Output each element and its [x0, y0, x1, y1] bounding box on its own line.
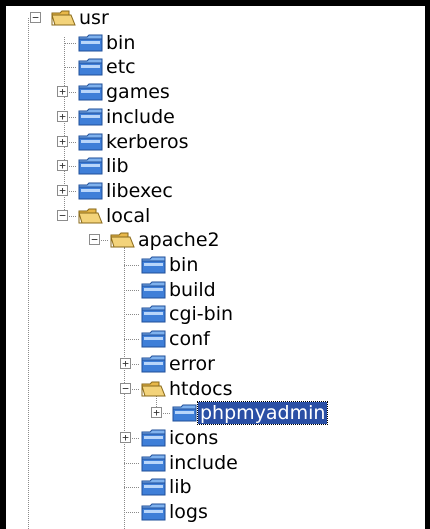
tree-node-label: games: [106, 81, 170, 104]
folder-closed-icon: [141, 454, 167, 472]
folder-closed-icon: [78, 133, 104, 151]
tree-node-label: build: [169, 278, 216, 301]
tree-node-label: include: [106, 105, 175, 128]
folder-closed-icon: [78, 83, 104, 101]
folder-open-icon: [51, 9, 77, 27]
expand-toggle[interactable]: +: [151, 407, 162, 419]
folder-closed-icon: [78, 108, 104, 126]
tree-connector: [124, 512, 139, 513]
tree-node-label: logs: [169, 501, 208, 523]
tree-node-label: include: [169, 451, 238, 474]
tree-node-label: cgi-bin: [169, 303, 234, 326]
tree-connector: [64, 67, 76, 69]
folder-closed-icon: [141, 355, 167, 373]
tree-node-label: phpmyadmin: [196, 401, 329, 426]
tree-node-label: libexec: [106, 179, 173, 202]
tree-node-label: error: [169, 352, 215, 375]
expand-toggle[interactable]: +: [57, 86, 68, 98]
collapse-toggle[interactable]: −: [57, 209, 68, 221]
folder-closed-icon: [78, 182, 104, 200]
folder-closed-icon: [78, 34, 104, 52]
folder-open-icon: [78, 207, 104, 225]
tree-connector: [124, 265, 139, 266]
tree-connector: [124, 314, 139, 316]
expand-toggle[interactable]: +: [120, 431, 131, 443]
folder-closed-icon: [141, 503, 167, 521]
directory-tree: − usr bin etc + games + include + kerberos + lib + li…: [0, 0, 430, 529]
collapse-toggle[interactable]: −: [89, 234, 100, 246]
expand-toggle[interactable]: +: [120, 357, 131, 369]
folder-closed-icon: [141, 330, 167, 348]
folder-closed-icon: [141, 478, 167, 496]
tree-node-label: apache2: [138, 229, 220, 252]
folder-closed-icon: [78, 157, 104, 175]
collapse-toggle[interactable]: −: [30, 12, 41, 23]
tree-connector: [64, 42, 76, 44]
expand-toggle[interactable]: +: [57, 110, 68, 122]
tree-connector: [124, 289, 139, 291]
folder-closed-icon: [141, 256, 167, 274]
folder-closed-icon: [78, 58, 104, 76]
tree-connector: [124, 462, 139, 464]
tree-guide-root: [28, 18, 29, 529]
folder-open-icon: [110, 231, 136, 249]
tree-node-label: bin: [106, 31, 136, 54]
folder-closed-icon: [141, 429, 167, 447]
expand-toggle[interactable]: +: [57, 135, 68, 147]
tree-node-label: etc: [106, 56, 136, 79]
tree-node-label: usr: [79, 7, 109, 29]
folder-closed-icon: [141, 281, 167, 299]
tree-node-label: icons: [169, 426, 219, 449]
tree-node-label: lib: [106, 155, 129, 178]
tree-node-label: conf: [169, 328, 210, 351]
tree-connector: [124, 339, 139, 341]
tree-node-label: htdocs: [169, 377, 233, 400]
tree-connector: [124, 487, 139, 489]
tree-frame: − usr bin etc + games + include + kerberos + lib + li…: [0, 0, 430, 529]
tree-node-label: bin: [169, 254, 199, 276]
collapse-toggle[interactable]: −: [120, 382, 131, 394]
folder-closed-icon: [141, 305, 167, 323]
folder-open-icon: [141, 380, 167, 398]
tree-node-label: lib: [169, 476, 192, 499]
tree-node-label: local: [106, 204, 151, 227]
expand-toggle[interactable]: +: [57, 184, 68, 196]
tree-node-label: kerberos: [106, 130, 189, 153]
folder-closed-icon: [172, 404, 198, 422]
expand-toggle[interactable]: +: [57, 160, 68, 172]
